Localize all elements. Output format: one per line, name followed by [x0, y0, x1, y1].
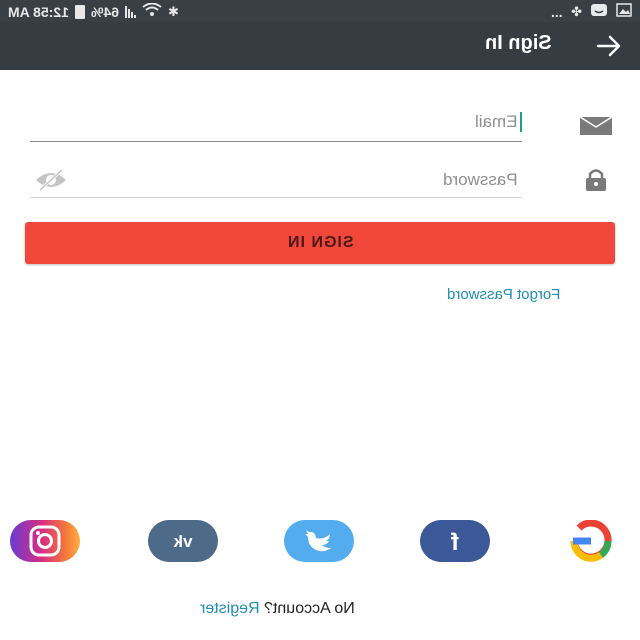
- svg-text:f: f: [450, 529, 459, 556]
- svg-text:vk: vk: [173, 532, 192, 551]
- messenger-icon: [590, 3, 608, 21]
- battery-level: 64%: [90, 4, 119, 20]
- page-title: Sign In: [485, 32, 552, 54]
- signin-button-label: SIGN IN: [286, 234, 354, 251]
- google-button[interactable]: [556, 520, 626, 562]
- facebook-button[interactable]: f: [420, 520, 490, 562]
- password-field[interactable]: Password: [30, 162, 522, 198]
- signin-button[interactable]: SIGN IN: [25, 222, 615, 264]
- status-right: ... ✤: [551, 3, 632, 21]
- email-field[interactable]: Email: [30, 104, 522, 142]
- instagram-button[interactable]: [10, 520, 80, 562]
- overflow-dots: ...: [551, 4, 564, 20]
- battery-icon: [74, 5, 85, 19]
- no-account-text: No Account?: [264, 600, 355, 617]
- text-cursor: [520, 112, 522, 132]
- back-arrow-icon[interactable]: [596, 33, 622, 59]
- fan-icon: ✤: [571, 4, 582, 19]
- gallery-icon: [616, 3, 632, 21]
- register-prompt: No Account? Register: [200, 600, 355, 618]
- forgot-password-link[interactable]: Forgot Password: [447, 286, 560, 303]
- status-time: 12:58 AM: [8, 4, 69, 20]
- vk-button[interactable]: vk: [148, 520, 218, 562]
- bluetooth-icon: ✱: [167, 4, 179, 19]
- password-placeholder: Password: [443, 170, 518, 189]
- status-left: 12:58 AM 64% ✱: [8, 2, 179, 21]
- register-link[interactable]: Register: [200, 600, 260, 617]
- lock-icon: [583, 168, 609, 192]
- status-bar: 12:58 AM 64% ✱ ... ✤: [0, 0, 640, 22]
- wifi-icon: [142, 2, 162, 21]
- mail-icon: [579, 116, 613, 135]
- email-placeholder: Email: [475, 112, 518, 131]
- app-bar: Sign In: [0, 22, 640, 70]
- signal-icon: [124, 6, 136, 18]
- eye-off-icon[interactable]: [34, 168, 68, 192]
- twitter-button[interactable]: [284, 520, 354, 562]
